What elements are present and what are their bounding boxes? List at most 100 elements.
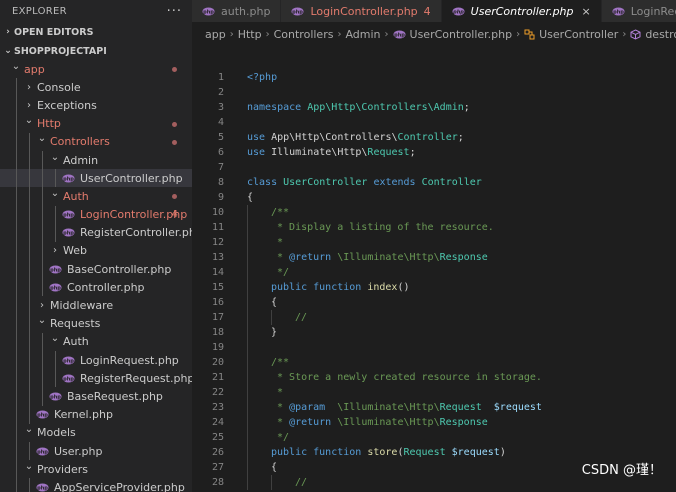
tree-folder-item[interactable]: ⌄ Controllers [0, 132, 192, 151]
code-token: /** [271, 357, 290, 368]
code-line[interactable]: 18} [192, 325, 676, 340]
tree-folder-item[interactable]: › Console [0, 78, 192, 97]
breadcrumb-item[interactable]: Http [238, 28, 262, 41]
chevron-right-icon: › [337, 28, 342, 40]
code-line[interactable]: 15 public function index() [192, 280, 676, 295]
tree-folder-item[interactable]: ⌄ Http [0, 114, 192, 133]
project-section[interactable]: ⌄ SHOPPROJECTAPI [0, 42, 192, 60]
code-text: { [271, 460, 277, 475]
open-editors-section[interactable]: › OPEN EDITORS [0, 22, 192, 42]
tree-folder-item[interactable]: › Middleware [0, 296, 192, 315]
svg-text:php: php [37, 449, 48, 455]
php-file-icon: php [393, 30, 406, 39]
code-line[interactable]: 25 */ [192, 430, 676, 445]
breadcrumb-class[interactable]: UserController [539, 28, 618, 41]
tree-file-item[interactable]: php RegisterController.php [0, 223, 192, 242]
code-line[interactable]: 1 <?php [192, 70, 676, 85]
tree-file-item[interactable]: php UserController.php [0, 169, 192, 188]
tree-folder-item[interactable]: ⌄ Auth [0, 187, 192, 206]
tree-item-label: Web [63, 244, 87, 258]
indent-guide [29, 187, 30, 206]
tab-label: UserController.php [470, 4, 574, 18]
indent-guide [42, 187, 43, 206]
code-line[interactable]: 24 * @return \Illuminate\Http\Response [192, 415, 676, 430]
code-line[interactable]: 16 { [192, 295, 676, 310]
code-line[interactable]: 19 [192, 340, 676, 355]
line-number: 21 [211, 372, 224, 383]
tree-folder-item[interactable]: ⌄ Providers [0, 460, 192, 479]
tree-folder-item[interactable]: ⌄ Admin [0, 150, 192, 170]
code-line[interactable]: 8 class UserController extends Controller [192, 175, 676, 190]
code-line[interactable]: 3 namespace App\Http\Controllers\Admin; [192, 100, 676, 115]
tree-folder-item[interactable]: › Exceptions [0, 96, 192, 115]
breadcrumb-method[interactable]: destroy [645, 28, 676, 41]
tree-folder-item[interactable]: › Web [0, 241, 192, 261]
tree-folder-item[interactable]: ⌄ Requests [0, 314, 192, 333]
svg-text:php: php [37, 412, 48, 418]
tree-file-item[interactable]: php LoginController.php 4 [0, 205, 192, 224]
code-line[interactable]: 9{ [192, 190, 676, 205]
editor-tab[interactable]: php LoginController.php 4 [281, 0, 442, 22]
tree-folder-item[interactable]: ⌄ app [0, 60, 192, 78]
tree-file-item[interactable]: php User.php [0, 441, 192, 461]
code-line[interactable]: 23 * @param \Illuminate\Http\Request $re… [192, 400, 676, 415]
tree-file-item[interactable]: php BaseRequest.php [0, 387, 192, 406]
indent-guide [55, 169, 56, 188]
indent-guide [29, 150, 30, 170]
indent-guide [16, 460, 17, 479]
code-line[interactable]: 21 * Store a newly created resource in s… [192, 370, 676, 385]
code-line[interactable]: 4 [192, 115, 676, 130]
svg-text:php: php [63, 176, 74, 182]
indent-guide [16, 332, 17, 351]
tree-folder-item[interactable]: ⌄ Auth [0, 332, 192, 351]
tree-file-item[interactable]: php AppServiceProvider.php [0, 478, 192, 492]
code-token: $request [493, 402, 542, 413]
indent-guide [29, 478, 30, 492]
chevron-right-icon: › [384, 28, 389, 40]
code-line[interactable]: 17 // [192, 310, 676, 325]
code-line[interactable]: 2 [192, 85, 676, 100]
line-number: 4 [217, 117, 224, 128]
breadcrumb-item[interactable]: Admin [345, 28, 380, 41]
indent-guide [55, 223, 56, 242]
indent-guide [29, 296, 30, 315]
code-line[interactable]: 10 /** [192, 205, 676, 220]
code-token: ; [409, 147, 416, 158]
code-editor[interactable]: 1 <?php 2 3 namespace App\Http\Controllers\A… [192, 46, 676, 492]
tree-file-item[interactable]: php RegisterRequest.php [0, 369, 192, 388]
code-line[interactable]: 6 use Illuminate\Http\Request; [192, 145, 676, 160]
svg-text:php: php [452, 9, 464, 15]
code-line[interactable]: 7 [192, 160, 676, 175]
indent-guide [16, 314, 17, 333]
code-line[interactable]: 14 */ [192, 265, 676, 280]
indent-guide [247, 310, 248, 325]
code-token: ) [499, 447, 506, 458]
editor-tab[interactable]: php UserController.php × [441, 0, 602, 22]
code-line[interactable]: 12 * [192, 235, 676, 250]
code-line[interactable]: 13 * @return \Illuminate\Http\Response [192, 250, 676, 265]
chevron-right-icon: › [27, 99, 31, 111]
code-token: @return [289, 417, 338, 428]
code-line[interactable]: 22 * [192, 385, 676, 400]
editor-tab[interactable]: php auth.php [192, 0, 282, 22]
ellipsis-icon[interactable]: ··· [167, 4, 182, 19]
breadcrumb-item[interactable]: app [205, 28, 226, 41]
editor-tab[interactable]: php LoginRequest.php [601, 0, 676, 22]
breadcrumb-file[interactable]: UserController.php [410, 28, 513, 41]
line-number: 9 [217, 192, 224, 203]
tree-file-item[interactable]: php Controller.php [0, 278, 192, 297]
code-line[interactable]: 5 use App\Http\Controllers\Controller; [192, 130, 676, 145]
close-icon[interactable]: × [582, 5, 591, 18]
tree-item-label: Http [37, 117, 61, 131]
code-line[interactable]: 11 * Display a listing of the resource. [192, 220, 676, 235]
code-line[interactable]: 20 /** [192, 355, 676, 370]
tree-item-label: UserController.php [80, 171, 183, 185]
tree-file-item[interactable]: php BaseController.php [0, 260, 192, 279]
line-number: 1 [217, 72, 224, 83]
error-dot-icon [172, 194, 177, 200]
code-line[interactable]: 26 public function store(Request $request… [192, 445, 676, 460]
tree-folder-item[interactable]: ⌄ Models [0, 423, 192, 442]
tree-file-item[interactable]: php Kernel.php [0, 405, 192, 424]
breadcrumb-item[interactable]: Controllers [274, 28, 334, 41]
tree-file-item[interactable]: php LoginRequest.php [0, 351, 192, 370]
